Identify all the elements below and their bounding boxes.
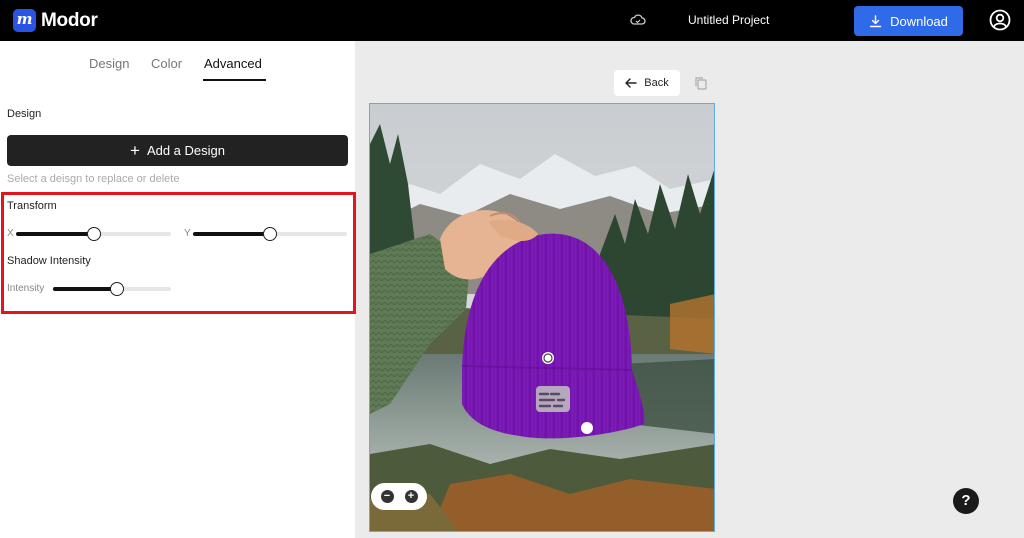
slider-fill: [16, 232, 94, 236]
download-label: Download: [890, 13, 948, 29]
top-bar: m Modor Untitled Project Download: [0, 0, 1024, 41]
tab-color[interactable]: Color: [151, 56, 182, 71]
design-section-heading: Design: [7, 108, 42, 120]
arrow-left-icon: [625, 78, 637, 88]
copy-icon[interactable]: [694, 76, 708, 90]
cloud-sync-icon[interactable]: [630, 13, 646, 27]
design-hint-text: Select a deisgn to replace or delete: [7, 173, 180, 185]
slider-fill: [193, 232, 270, 236]
add-design-button[interactable]: + Add a Design: [7, 135, 348, 166]
back-button[interactable]: Back: [614, 70, 680, 96]
settings-sidebar: Design Color Advanced Design + Add a Des…: [0, 41, 356, 538]
app-name: Modor: [41, 9, 98, 31]
help-icon[interactable]: ?: [953, 488, 979, 514]
zoom-in-icon[interactable]: +: [404, 490, 418, 503]
back-label: Back: [644, 77, 669, 89]
slider-thumb[interactable]: [109, 282, 124, 296]
slider-fill: [53, 287, 117, 291]
transform-heading: Transform: [7, 200, 57, 212]
intensity-slider-label: Intensity: [7, 283, 45, 294]
slider-thumb[interactable]: [263, 227, 277, 241]
add-design-label: Add a Design: [146, 143, 225, 158]
y-slider-label: Y: [184, 228, 191, 239]
zoom-out-icon[interactable]: −: [380, 490, 394, 503]
tab-advanced[interactable]: Advanced: [204, 56, 262, 71]
tab-bar: Design Color Advanced: [0, 56, 355, 84]
mockup-canvas[interactable]: [369, 103, 715, 532]
mockup-photo: [370, 104, 714, 531]
intensity-slider[interactable]: [53, 282, 171, 296]
y-slider[interactable]: [193, 227, 347, 241]
download-button[interactable]: Download: [854, 6, 963, 36]
logo-mark-icon: m: [13, 9, 36, 32]
x-slider-label: X: [7, 228, 14, 239]
project-title[interactable]: Untitled Project: [688, 13, 769, 27]
download-icon: [869, 14, 882, 27]
shadow-intensity-heading: Shadow Intensity: [7, 255, 91, 267]
app-logo[interactable]: m Modor: [13, 9, 98, 32]
zoom-controls: − +: [371, 483, 427, 510]
slider-thumb[interactable]: [86, 227, 101, 241]
x-slider[interactable]: [16, 227, 171, 241]
active-tab-indicator: [203, 79, 266, 81]
account-icon[interactable]: [989, 9, 1011, 31]
plus-icon: +: [130, 141, 140, 160]
tab-design[interactable]: Design: [89, 56, 129, 71]
